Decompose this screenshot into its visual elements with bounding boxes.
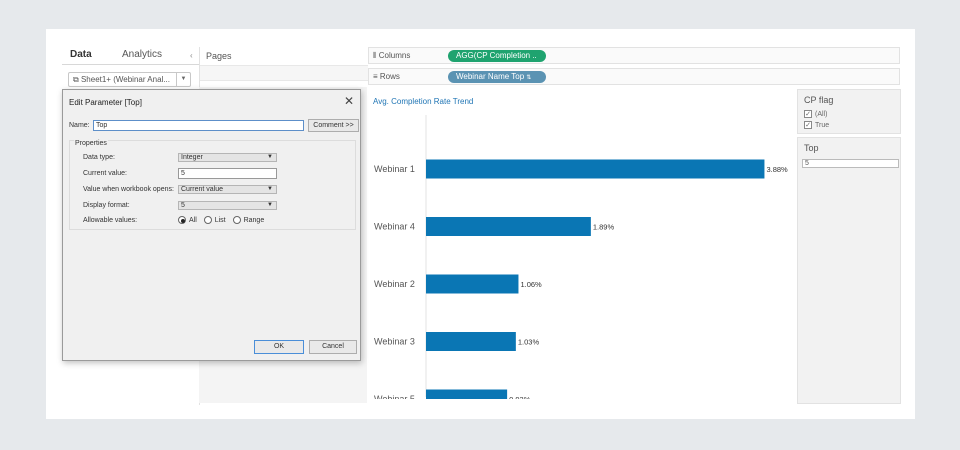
current-value-input[interactable]: 5 [178, 168, 277, 179]
bar[interactable] [426, 332, 516, 351]
ok-button[interactable]: OK [254, 340, 304, 354]
columns-icon: ⦀ [373, 51, 377, 60]
pages-title: Pages [206, 51, 232, 61]
sort-icon: ⇅ [526, 75, 532, 81]
chevron-down-icon: ▼ [267, 186, 273, 192]
display-format-select[interactable]: 5 ▼ [178, 201, 277, 210]
checkbox-checked-icon[interactable]: ✓ [804, 110, 812, 118]
data-label: 1.06% [520, 280, 542, 289]
parameter-card-top: Top 5 [797, 137, 901, 404]
properties-title: Properties [74, 140, 108, 147]
name-input[interactable]: Top [93, 120, 304, 131]
category-label: Webinar 2 [374, 279, 415, 289]
rows-icon: ≡ [373, 72, 378, 81]
bar[interactable] [426, 159, 765, 179]
category-label: Webinar 1 [374, 164, 415, 174]
datasource-select[interactable]: ⧉ Sheet1+ (Webinar Anal... ▼ [68, 72, 191, 87]
rows-shelf[interactable]: ≡ Rows Webinar Name Top ⇅ [368, 68, 900, 85]
allowable-values-label: Allowable values: [83, 217, 138, 224]
rows-label: ≡ Rows [373, 72, 400, 81]
chevron-down-icon[interactable]: ▼ [176, 73, 190, 86]
name-label: Name: [69, 122, 90, 129]
tab-analytics[interactable]: Analytics [122, 49, 162, 60]
properties-group: Properties Data type: Integer ▼ Current … [69, 140, 356, 230]
radio-all[interactable] [178, 216, 186, 224]
pages-drop-area[interactable] [200, 65, 368, 81]
data-type-select[interactable]: Integer ▼ [178, 153, 277, 162]
display-format-label: Display format: [83, 202, 130, 209]
columns-pill[interactable]: AGG(CP Completion .. [448, 50, 546, 62]
checkbox-checked-icon[interactable]: ✓ [804, 121, 812, 129]
bar-chart: Webinar 1 3.88% Webinar 4 1.89% Webinar 2 1.0… [374, 115, 788, 400]
filter-card-title: CP flag [804, 95, 834, 105]
data-type-label: Data type: [83, 154, 115, 161]
data-label: 1.03% [518, 338, 540, 347]
data-label: 0.93% [509, 395, 531, 399]
close-icon[interactable]: ✕ [344, 94, 354, 108]
view-title: Avg. Completion Rate Trend [373, 97, 474, 106]
parameter-input[interactable]: 5 [802, 159, 899, 168]
radio-range[interactable] [232, 216, 241, 224]
chevron-down-icon: ▼ [267, 202, 273, 208]
dialog-title: Edit Parameter [Top] [69, 98, 142, 107]
collapse-pane-icon[interactable]: ‹ [190, 51, 193, 60]
datasource-icon: ⧉ [73, 75, 79, 84]
radio-list[interactable] [203, 216, 212, 224]
cancel-button[interactable]: Cancel [309, 340, 357, 354]
comment-button[interactable]: Comment >> [308, 119, 359, 132]
chevron-down-icon: ▼ [267, 154, 273, 160]
category-label: Webinar 4 [374, 222, 415, 232]
filter-item-all[interactable]: ✓ (All) [804, 110, 827, 118]
pane-tabs: Data Analytics ‹ [62, 47, 200, 65]
current-value-label: Current value: [83, 170, 127, 177]
category-label: Webinar 3 [374, 337, 415, 347]
category-label: Webinar 5 [374, 394, 415, 399]
workbook-open-select[interactable]: Current value ▼ [178, 185, 277, 194]
filter-item-true[interactable]: ✓ True [804, 121, 829, 129]
columns-shelf[interactable]: ⦀ Columns AGG(CP Completion .. [368, 47, 900, 64]
columns-label: ⦀ Columns [373, 51, 411, 60]
rows-pill[interactable]: Webinar Name Top ⇅ [448, 71, 546, 83]
bar[interactable] [426, 389, 508, 400]
bar[interactable] [426, 274, 519, 294]
workbook-open-label: Value when workbook opens: [83, 186, 174, 193]
edit-parameter-dialog: Edit Parameter [Top] ✕ Name: Top Comment… [62, 89, 361, 361]
data-label: 3.88% [766, 165, 788, 174]
allowable-values-radios: All List Range [178, 216, 264, 224]
data-label: 1.89% [593, 223, 615, 232]
datasource-label: Sheet1+ (Webinar Anal... [80, 75, 170, 84]
parameter-card-title: Top [804, 143, 819, 153]
tab-data[interactable]: Data [70, 49, 92, 60]
filter-card-cp-flag: CP flag ✓ (All) ✓ True [797, 89, 901, 134]
bar[interactable] [426, 217, 591, 236]
